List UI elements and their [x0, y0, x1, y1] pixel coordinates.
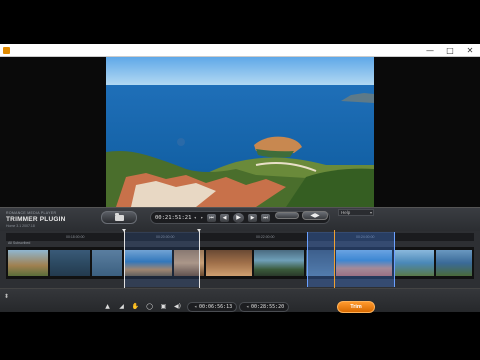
- version-label: Home 3.1 2007.18: [6, 224, 35, 228]
- ruler-label: 00:18:00:00: [66, 235, 85, 239]
- app-icon: [3, 47, 10, 54]
- screen: — □ ✕ ROMANCE MEDIA PLAYER TRIMMER PLUGI…: [0, 0, 480, 360]
- thumbnail: [206, 250, 252, 276]
- skip-to-start-button[interactable]: ⏮: [207, 214, 216, 222]
- folder-icon: [114, 212, 124, 221]
- timecode-prev-icon[interactable]: ◂: [193, 215, 196, 221]
- timecode-arrows-icon: ◂: [194, 304, 198, 310]
- out-timecode[interactable]: ◂ 00:28:55:20: [239, 302, 290, 312]
- in-timecode[interactable]: ◂ 00:06:56:13: [187, 302, 238, 312]
- close-button[interactable]: ✕: [460, 44, 480, 57]
- filmstrip[interactable]: [6, 247, 474, 279]
- thumbnail: [50, 250, 90, 276]
- volume-control[interactable]: ◀▶: [302, 211, 328, 220]
- window-titlebar: — □ ✕: [0, 44, 480, 57]
- timecode-next-icon[interactable]: ▸: [200, 215, 203, 221]
- help-dropdown[interactable]: Help: [338, 209, 374, 216]
- maximize-button[interactable]: □: [440, 44, 460, 57]
- ruler-label: 00:22:00:00: [256, 235, 275, 239]
- video-area: [0, 57, 480, 207]
- in-timecode-value: 00:06:56:13: [199, 304, 233, 310]
- track-label: All Subscribed: [8, 241, 31, 245]
- hand-icon[interactable]: ✋: [131, 303, 140, 311]
- step-back-button[interactable]: ◀: [220, 214, 229, 222]
- skip-to-end-button[interactable]: ⏭: [261, 214, 270, 222]
- video-frame-image: [106, 57, 374, 207]
- window-controls: — □ ✕: [420, 44, 480, 57]
- control-panel: ROMANCE MEDIA PLAYER TRIMMER PLUGIN Home…: [0, 207, 480, 231]
- out-marker[interactable]: [199, 230, 200, 288]
- pen-icon[interactable]: ◢: [117, 303, 126, 311]
- comment-icon[interactable]: ◯: [145, 303, 154, 311]
- brand-line: ROMANCE MEDIA PLAYER: [6, 211, 57, 215]
- thumbnail: [394, 250, 434, 276]
- minimize-button[interactable]: —: [420, 44, 440, 57]
- trim-selection[interactable]: [124, 232, 200, 287]
- thumbnail: [254, 250, 304, 276]
- plugin-title: TRIMMER PLUGIN: [6, 216, 66, 223]
- playhead[interactable]: [334, 230, 335, 288]
- step-forward-button[interactable]: ▶: [248, 214, 257, 222]
- trim-selection-active[interactable]: [307, 232, 395, 287]
- audio-icon[interactable]: ◀): [173, 303, 182, 311]
- thumbnail: [8, 250, 48, 276]
- timeline-ruler[interactable]: 00:18:00:00 00:20:00:00 00:22:00:00 00:2…: [6, 233, 474, 241]
- collapse-icon[interactable]: ⬍: [4, 293, 9, 300]
- open-file-button[interactable]: [101, 211, 137, 224]
- in-marker[interactable]: [124, 230, 125, 288]
- eject-icon[interactable]: ▲: [103, 303, 112, 311]
- snapshot-icon[interactable]: ▣: [159, 303, 168, 311]
- video-preview[interactable]: [106, 57, 374, 207]
- timecode-arrows-icon: ◂: [246, 304, 250, 310]
- in-marker-handle[interactable]: [122, 229, 126, 232]
- out-marker-handle[interactable]: [197, 229, 201, 232]
- play-button[interactable]: ▶: [233, 213, 244, 223]
- current-timecode[interactable]: 00:21:51:21 ◂ ▸: [155, 214, 205, 222]
- thumbnail: [92, 250, 122, 276]
- thumbnail: [436, 250, 472, 276]
- out-timecode-value: 00:28:55:20: [251, 304, 285, 310]
- loop-toggle[interactable]: [275, 212, 299, 219]
- timecode-value: 00:21:51:21: [155, 215, 192, 221]
- trim-button[interactable]: Trim: [337, 301, 375, 313]
